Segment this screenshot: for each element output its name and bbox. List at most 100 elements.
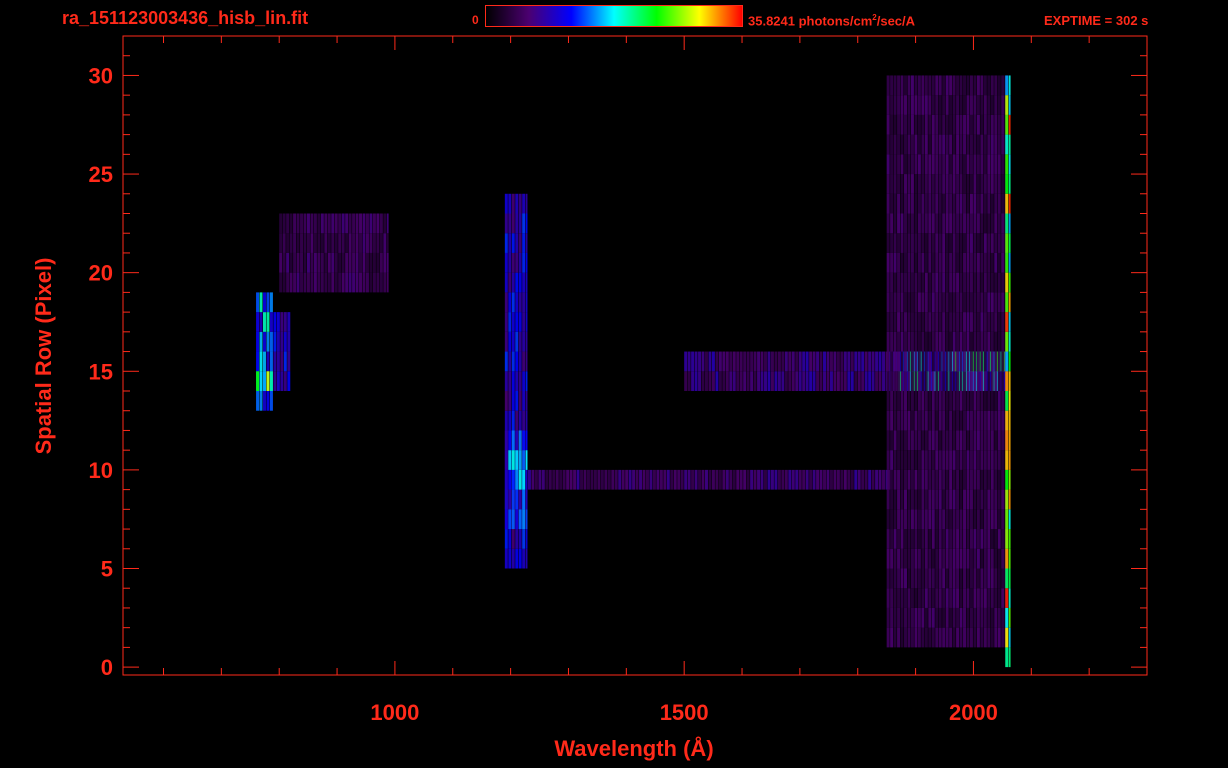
heatmap-cell — [900, 450, 904, 470]
heatmap-cell — [628, 469, 632, 490]
heatmap-cell — [969, 193, 973, 214]
heatmap-cell — [921, 588, 925, 608]
heatmap-cell — [871, 469, 875, 490]
heatmap-cell — [515, 213, 519, 234]
heatmap-cell — [900, 607, 904, 628]
heatmap-cell — [921, 430, 925, 451]
heatmap-cell — [973, 469, 977, 490]
heatmap-cell — [990, 134, 994, 155]
heatmap-cell — [914, 351, 918, 372]
heatmap-cell — [942, 489, 946, 510]
heatmap-cell — [997, 450, 1001, 470]
y-tick-label: 0 — [101, 655, 113, 680]
heatmap-cell — [935, 509, 939, 530]
heatmap-cell — [508, 410, 512, 431]
heatmap-cell — [795, 371, 799, 391]
heatmap-cell — [910, 509, 914, 530]
heatmap-cell — [659, 469, 663, 490]
heatmap-cell — [886, 134, 890, 155]
heatmap-cell — [952, 469, 956, 490]
heatmap-cell — [973, 134, 977, 155]
heatmap-cell — [788, 351, 792, 372]
heatmap-cell — [1008, 450, 1011, 470]
heatmap-cell — [345, 252, 349, 273]
heatmap-cell — [966, 568, 970, 589]
heatmap-cell — [949, 134, 953, 155]
heatmap-cell — [890, 292, 894, 313]
heatmap-cell — [952, 607, 956, 628]
heatmap-cell — [355, 272, 359, 293]
heatmap-cell — [386, 233, 389, 253]
heatmap-cell — [921, 95, 925, 115]
heatmap-cell — [938, 312, 942, 332]
heatmap-cell — [287, 331, 291, 352]
heatmap-cell — [938, 134, 942, 155]
heatmap-cell — [320, 233, 324, 253]
heatmap-cell — [969, 272, 973, 293]
heatmap-cell — [886, 154, 890, 175]
heatmap-cell — [1005, 154, 1009, 175]
heatmap-cell — [504, 509, 508, 530]
heatmap-cell — [935, 371, 939, 391]
heatmap-cell — [684, 371, 688, 391]
heatmap-cell — [987, 489, 991, 510]
heatmap-cell — [969, 331, 973, 352]
heatmap-cell — [945, 154, 949, 175]
heatmap-cell — [921, 154, 925, 175]
y-tick-label: 15 — [89, 359, 113, 384]
heatmap-cell — [886, 174, 890, 194]
heatmap-cell — [886, 410, 890, 431]
heatmap-cell — [980, 252, 984, 273]
heatmap-cell — [969, 233, 973, 253]
heatmap-cell — [656, 469, 660, 490]
heatmap-cell — [983, 607, 987, 628]
heatmap-cell — [963, 391, 966, 411]
heatmap-cell — [928, 312, 932, 332]
heatmap-cell — [983, 75, 987, 96]
heatmap-cell — [994, 410, 998, 431]
heatmap-cell — [976, 391, 980, 411]
heatmap-cell — [910, 272, 914, 293]
heatmap-cell — [928, 391, 932, 411]
heatmap-cell — [987, 174, 991, 194]
heatmap-cell — [508, 450, 512, 470]
heatmap-cell — [994, 114, 998, 135]
heatmap-cell — [924, 252, 928, 273]
heatmap-cell — [893, 252, 897, 273]
heatmap-cell — [522, 450, 526, 470]
heatmap-cell — [1008, 489, 1011, 510]
heatmap-cell — [917, 627, 921, 648]
heatmap-cell — [525, 430, 528, 451]
heatmap-cell — [736, 351, 740, 372]
heatmap-cell — [966, 529, 970, 549]
heatmap-cell — [949, 469, 953, 490]
heatmap-cell — [907, 292, 911, 313]
heatmap-cell — [886, 607, 890, 628]
heatmap-cell — [921, 627, 925, 648]
heatmap-cell — [649, 469, 653, 490]
heatmap-cell — [729, 351, 733, 372]
heatmap-cell — [900, 509, 904, 530]
heatmap-cell — [973, 529, 977, 549]
heatmap-cell — [949, 489, 953, 510]
heatmap-cell — [976, 174, 980, 194]
heatmap-cell — [890, 529, 894, 549]
heatmap-cell — [904, 75, 907, 96]
heatmap-cell — [515, 391, 519, 411]
heatmap-cell — [777, 469, 781, 490]
heatmap-cell — [518, 469, 522, 490]
heatmap-cell — [525, 450, 528, 470]
heatmap-cell — [900, 95, 904, 115]
heatmap-cell — [997, 233, 1001, 253]
heatmap-cell — [791, 469, 795, 490]
heatmap-cell — [956, 588, 960, 608]
heatmap-cell — [959, 134, 963, 155]
heatmap-cell — [935, 607, 939, 628]
heatmap-cell — [743, 371, 747, 391]
heatmap-cell — [914, 410, 918, 431]
heatmap-cell — [976, 134, 980, 155]
heatmap-cell — [897, 391, 901, 411]
heatmap-cell — [1001, 371, 1005, 391]
heatmap-cell — [997, 292, 1001, 313]
heatmap-cell — [376, 213, 380, 234]
